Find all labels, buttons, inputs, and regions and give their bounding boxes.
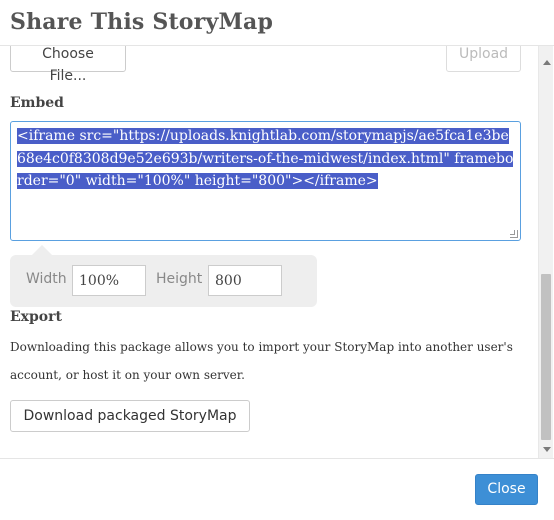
share-dialog: Share This StoryMap Choose File... Uploa… bbox=[0, 0, 554, 520]
upload-button[interactable]: Upload bbox=[446, 46, 521, 72]
width-label: Width bbox=[26, 271, 67, 287]
choose-file-button[interactable]: Choose File... bbox=[10, 46, 126, 84]
resize-handle-icon[interactable] bbox=[510, 230, 518, 238]
dialog-title: Share This StoryMap bbox=[10, 9, 274, 35]
height-label: Height bbox=[156, 271, 203, 287]
download-storymap-button[interactable]: Download packaged StoryMap bbox=[10, 400, 250, 432]
width-input[interactable] bbox=[72, 265, 146, 296]
scrollbar-thumb[interactable] bbox=[541, 274, 551, 440]
embed-code-text: <iframe src="https://uploads.knightlab.c… bbox=[17, 128, 514, 189]
embed-code-textarea[interactable]: <iframe src="https://uploads.knightlab.c… bbox=[10, 121, 521, 241]
export-description: Downloading this package allows you to i… bbox=[10, 340, 513, 382]
height-input[interactable] bbox=[208, 265, 282, 296]
dialog-header: Share This StoryMap bbox=[0, 0, 554, 46]
dialog-body[interactable]: Choose File... Upload Embed <iframe src=… bbox=[0, 46, 554, 458]
dialog-footer: Close bbox=[0, 458, 554, 520]
close-button[interactable]: Close bbox=[475, 474, 538, 505]
scroll-down-arrow-icon[interactable] bbox=[543, 447, 551, 452]
scroll-up-arrow-icon[interactable] bbox=[543, 60, 551, 65]
export-label: Export bbox=[10, 309, 62, 325]
embed-size-panel: Width Height bbox=[10, 245, 317, 307]
embed-label: Embed bbox=[10, 95, 64, 111]
vertical-scrollbar[interactable] bbox=[538, 46, 553, 458]
